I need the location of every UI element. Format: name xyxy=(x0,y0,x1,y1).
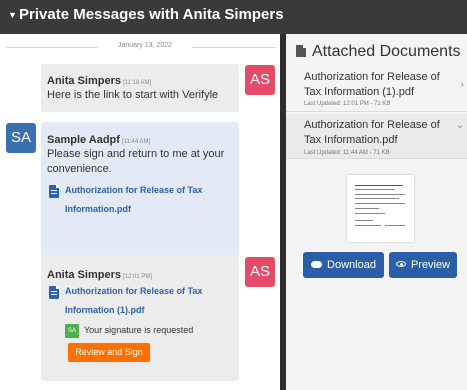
attachment-link[interactable]: Authorization for Release of Tax Informa… xyxy=(65,181,235,219)
avatar: SA xyxy=(6,123,36,153)
message-text: Here is the link to start with Verifyle xyxy=(47,89,219,101)
attachments-title-text: Attached Documents xyxy=(312,43,461,60)
conversation-header: ▼ Private Messages with Anita Simpers xyxy=(0,0,467,34)
signature-request-text: Your signature is requested xyxy=(84,325,194,335)
message-bubble: Anita Simpers [11:18 AM] Here is the link… xyxy=(41,64,239,112)
message-sender: Sample Aadpf xyxy=(47,134,120,146)
document-icon xyxy=(296,45,306,57)
message-time: [11:18 AM] xyxy=(122,80,152,86)
message-sender: Anita Simpers xyxy=(47,75,121,87)
chevron-down-icon[interactable]: ⌄ xyxy=(456,120,464,131)
attachments-panel: Attached Documents Authorization for Rel… xyxy=(286,34,467,390)
file-icon xyxy=(49,286,59,299)
avatar: AS xyxy=(245,65,275,95)
signer-badge: SA xyxy=(65,324,79,338)
chevron-down-icon[interactable]: ▼ xyxy=(8,10,17,20)
message-time: [12:01 PM] xyxy=(122,274,152,280)
cloud-download-icon xyxy=(311,261,323,268)
download-label: Download xyxy=(327,259,376,271)
divider-line xyxy=(6,47,98,48)
message-time: [11:44 AM] xyxy=(121,139,151,145)
review-and-sign-button[interactable]: Review and Sign xyxy=(68,343,150,362)
document-meta: Last Updated: 11:44 AM - 71 KB xyxy=(304,150,390,156)
avatar: AS xyxy=(245,257,275,287)
preview-label: Preview xyxy=(410,259,451,271)
date-label: January 13, 2022 xyxy=(117,42,173,49)
document-meta: Last Updated: 12:01 PM - 71 KB xyxy=(304,101,391,107)
document-thumbnail[interactable] xyxy=(347,175,414,242)
message-sender: Anita Simpers xyxy=(47,269,121,281)
conversation-title: ▼ Private Messages with Anita Simpers xyxy=(8,6,284,23)
eye-icon xyxy=(395,261,406,267)
document-name: Authorization for Release of Tax Informa… xyxy=(304,119,440,146)
document-name: Authorization for Release of Tax Informa… xyxy=(304,71,440,98)
download-button[interactable]: Download xyxy=(303,252,384,278)
message-text: Please sign and return to me at your con… xyxy=(47,148,225,175)
message-bubble: Sample Aadpf [11:44 AM] Please sign and r… xyxy=(41,122,239,277)
attachments-title: Attached Documents xyxy=(296,43,461,61)
divider-line xyxy=(192,47,276,48)
chevron-right-icon[interactable]: › xyxy=(461,79,464,90)
date-divider: January 13, 2022 xyxy=(6,42,276,54)
message-bubble: Anita Simpers [12:01 PM] Authorization fo… xyxy=(41,255,239,381)
file-icon xyxy=(49,185,59,198)
preview-button[interactable]: Preview xyxy=(389,252,457,278)
document-item[interactable]: Authorization for Release of Tax Informa… xyxy=(286,65,467,112)
attachment-link[interactable]: Authorization for Release of Tax Informa… xyxy=(65,282,235,320)
document-item[interactable]: Authorization for Release of Tax Informa… xyxy=(286,114,467,159)
conversation-title-text: Private Messages with Anita Simpers xyxy=(19,6,284,23)
chat-pane[interactable]: January 13, 2022 Anita Simpers [11:18 AM]… xyxy=(0,34,280,390)
